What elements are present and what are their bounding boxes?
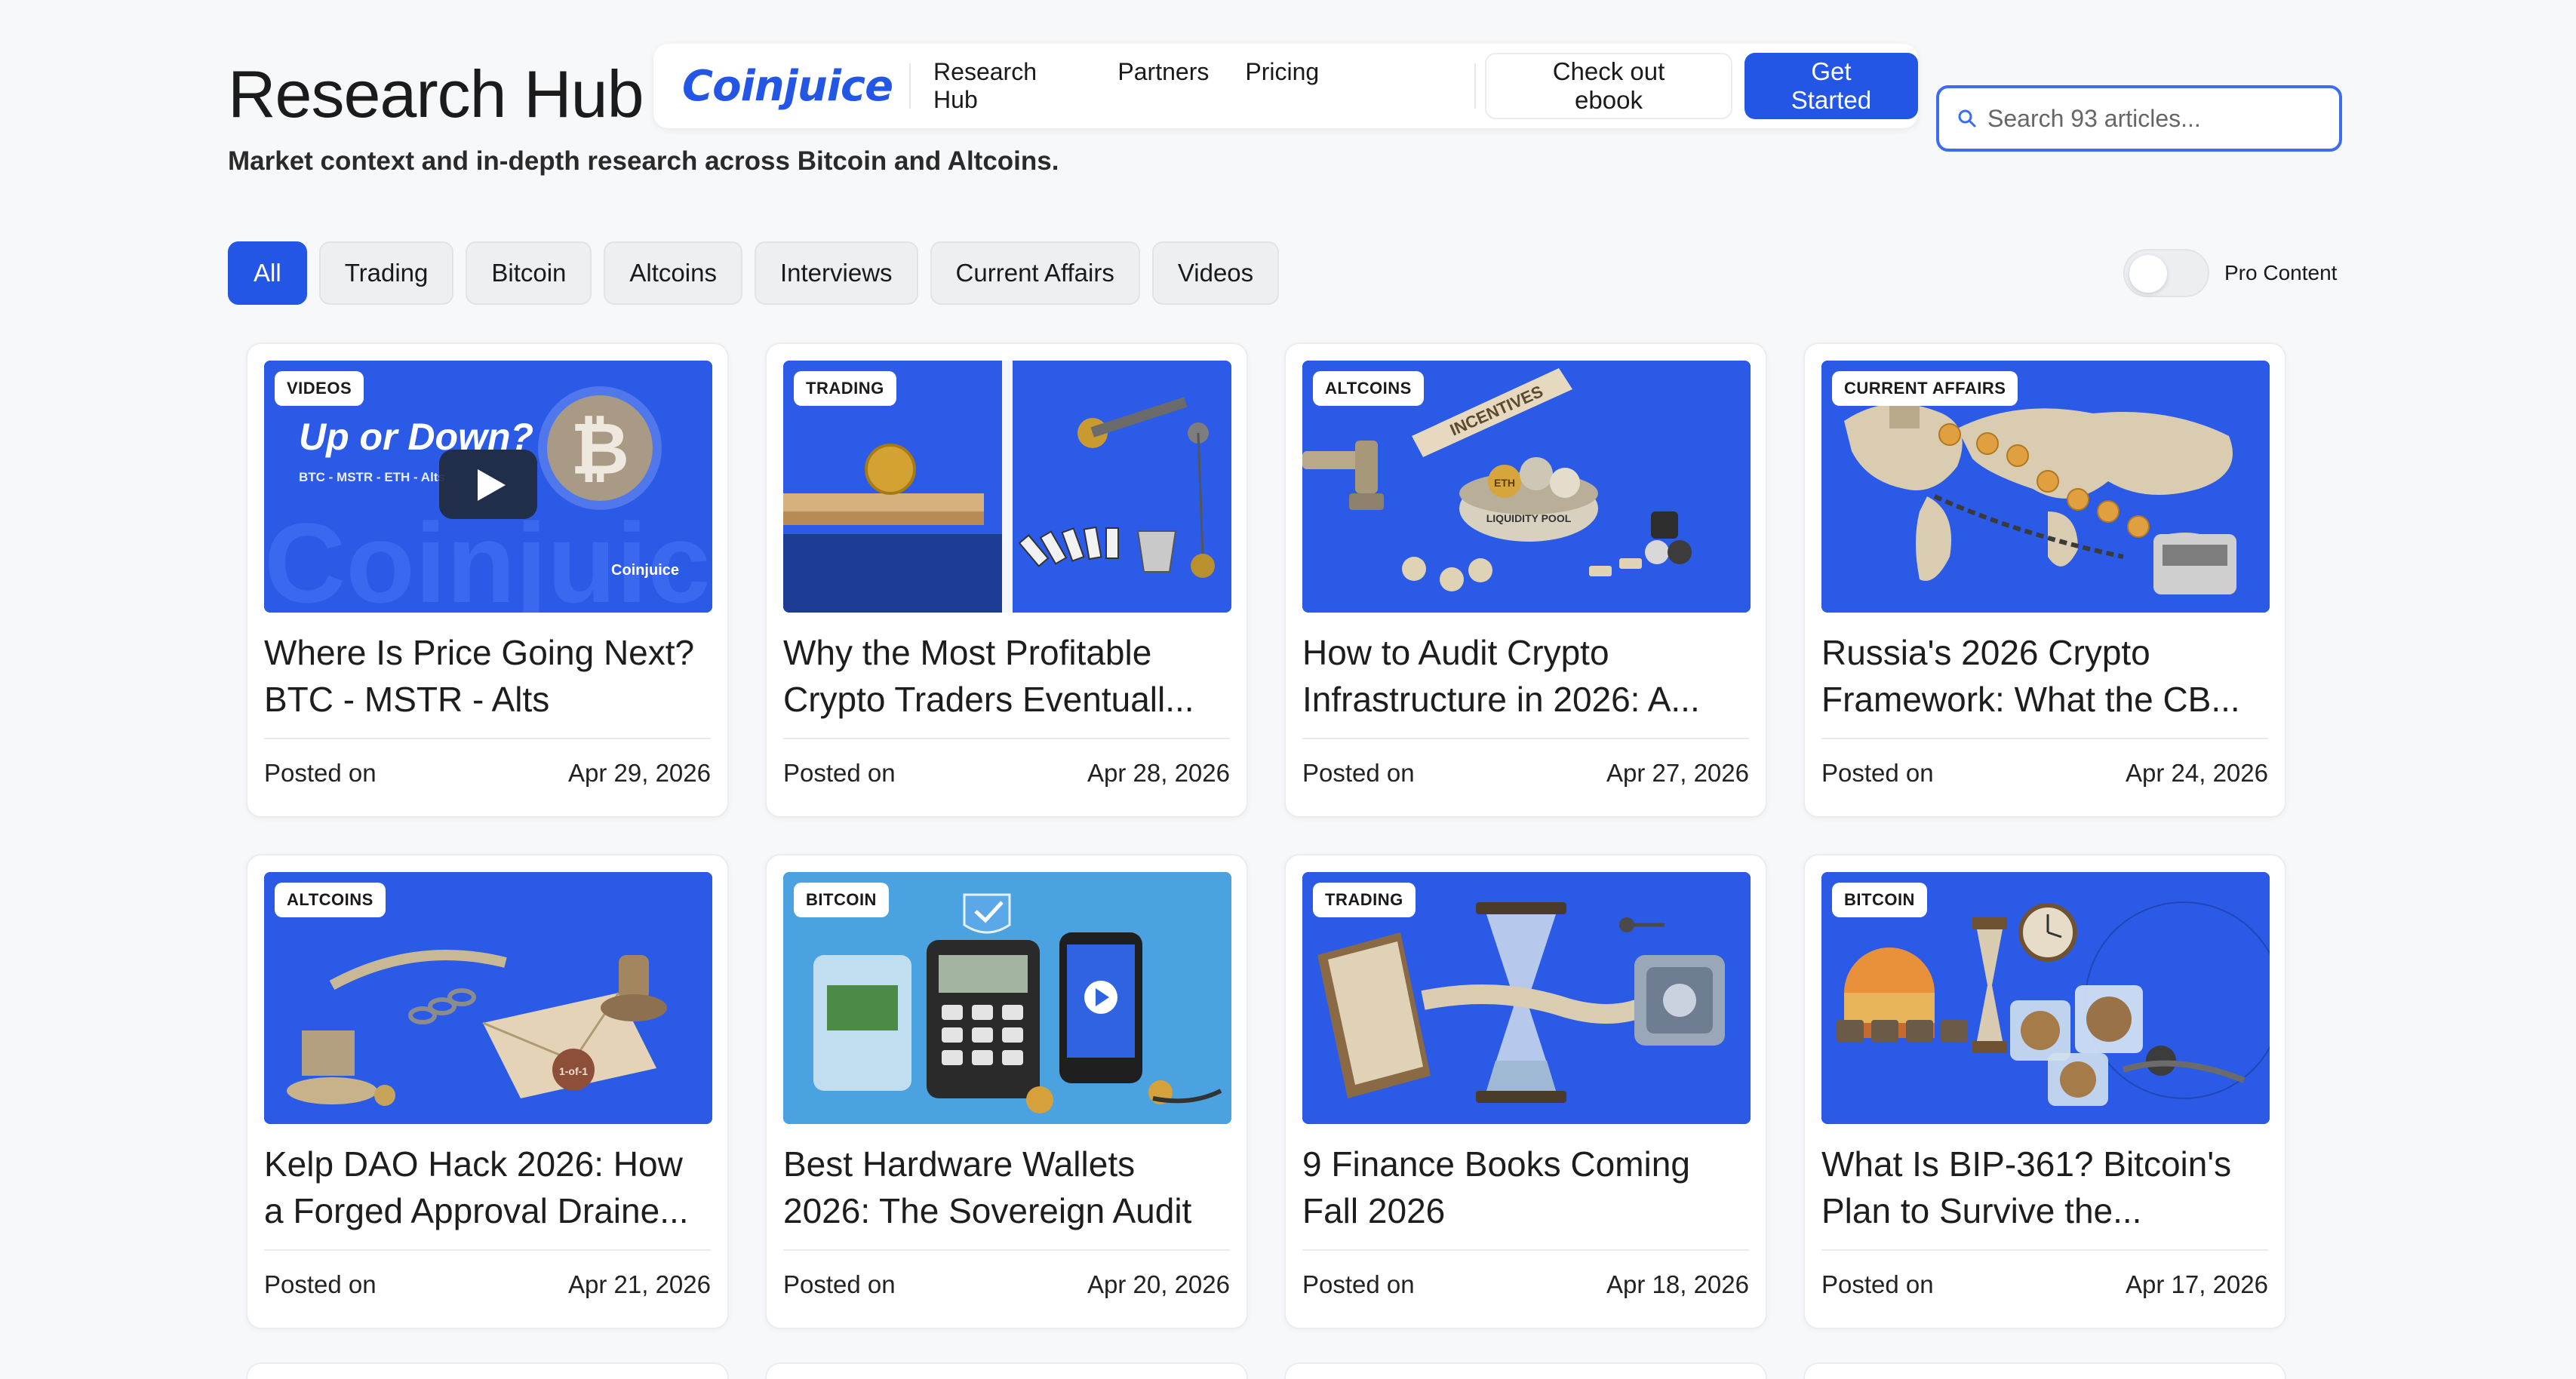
- article-thumbnail: BITCOIN: [1821, 872, 2270, 1124]
- liquidity-pool-text: LIQUIDITY POOL: [1486, 512, 1572, 524]
- article-card-peek[interactable]: [246, 1362, 729, 1379]
- card-divider: [1302, 1249, 1749, 1251]
- article-thumbnail: INCENTIVES ETH LIQUIDITY POOL ALTCOINS: [1302, 361, 1751, 613]
- article-date: Apr 18, 2026: [1606, 1270, 1749, 1298]
- article-date: Apr 17, 2026: [2126, 1270, 2268, 1298]
- filter-chip-current-affairs[interactable]: Current Affairs: [930, 241, 1140, 305]
- category-badge: CURRENT AFFAIRS: [1832, 371, 2018, 406]
- card-divider: [783, 1249, 1230, 1251]
- check-out-ebook-button[interactable]: Check out ebook: [1485, 53, 1732, 119]
- category-badge: BITCOIN: [794, 883, 889, 917]
- article-grid: Coinjuice Up or Down? BTC - MSTR - ETH -…: [246, 342, 2286, 1329]
- nav-links: Research Hub Partners Pricing: [933, 58, 1319, 114]
- coinjuice-logo[interactable]: Coinjuice: [682, 62, 893, 111]
- card-divider: [1302, 738, 1749, 739]
- article-date: Apr 20, 2026: [1087, 1270, 1230, 1298]
- article-thumbnail: Coinjuice Up or Down? BTC - MSTR - ETH -…: [264, 361, 712, 613]
- posted-on-label: Posted on: [1821, 1270, 1934, 1298]
- card-divider: [264, 738, 711, 739]
- card-divider: [264, 1249, 711, 1251]
- article-title[interactable]: Why the Most Profitable Crypto Traders E…: [783, 629, 1230, 723]
- toggle-knob: [2129, 255, 2167, 293]
- nav-divider: [1474, 63, 1477, 109]
- pro-content-label: Pro Content: [2224, 261, 2338, 284]
- posted-on-label: Posted on: [264, 759, 377, 787]
- article-date: Apr 24, 2026: [2126, 759, 2268, 787]
- article-title[interactable]: What Is BIP-361? Bitcoin's Plan to Survi…: [1821, 1141, 2268, 1234]
- filter-chip-interviews[interactable]: Interviews: [754, 241, 918, 305]
- card-divider: [783, 738, 1230, 739]
- article-card[interactable]: TRADING 9 Finance Books Coming Fall 2026…: [1284, 854, 1767, 1329]
- article-card[interactable]: 1-of-1 ALTCOINS Kelp DAO Hack 2026: How …: [246, 854, 729, 1329]
- article-title[interactable]: Where Is Price Going Next? BTC - MSTR - …: [264, 629, 711, 723]
- article-card[interactable]: CURRENT AFFAIRS Russia's 2026 Crypto Fra…: [1803, 342, 2286, 818]
- filter-chip-trading[interactable]: Trading: [318, 241, 454, 305]
- article-thumbnail: TRADING: [1302, 872, 1751, 1124]
- category-badge: TRADING: [794, 371, 896, 406]
- filter-chip-all[interactable]: All: [228, 241, 307, 305]
- article-date: Apr 21, 2026: [568, 1270, 711, 1298]
- article-thumbnail: BITCOIN: [783, 872, 1231, 1124]
- category-badge: ALTCOINS: [275, 883, 386, 917]
- posted-on-label: Posted on: [783, 1270, 896, 1298]
- article-thumbnail: TRADING: [783, 361, 1231, 613]
- nav-link-partners[interactable]: Partners: [1117, 58, 1209, 114]
- article-card-peek[interactable]: [765, 1362, 1248, 1379]
- posted-on-label: Posted on: [1302, 1270, 1415, 1298]
- article-thumbnail: CURRENT AFFAIRS: [1821, 361, 2270, 613]
- pro-content-toggle[interactable]: [2123, 249, 2209, 297]
- article-card[interactable]: BITCOIN What Is BIP-361? Bitcoin's Plan …: [1803, 854, 2286, 1329]
- nav-link-research-hub[interactable]: Research Hub: [933, 58, 1081, 114]
- thumb-brand: Coinjuice: [611, 562, 679, 579]
- article-card-peek[interactable]: [1803, 1362, 2286, 1379]
- pro-content-toggle-group: Pro Content: [2123, 249, 2337, 297]
- search-box: [1936, 85, 2342, 152]
- article-thumbnail: 1-of-1 ALTCOINS: [264, 872, 712, 1124]
- nav-link-pricing[interactable]: Pricing: [1245, 58, 1319, 114]
- article-title[interactable]: Russia's 2026 Crypto Framework: What the…: [1821, 629, 2268, 723]
- filter-chip-bitcoin[interactable]: Bitcoin: [466, 241, 592, 305]
- article-title[interactable]: How to Audit Crypto Infrastructure in 20…: [1302, 629, 1749, 723]
- article-title[interactable]: Kelp DAO Hack 2026: How a Forged Approva…: [264, 1141, 711, 1234]
- article-title[interactable]: Best Hardware Wallets 2026: The Sovereig…: [783, 1141, 1230, 1234]
- posted-on-label: Posted on: [783, 759, 896, 787]
- posted-on-label: Posted on: [1302, 759, 1415, 787]
- article-date: Apr 29, 2026: [568, 759, 711, 787]
- get-started-button[interactable]: Get Started: [1744, 53, 1918, 119]
- search-icon: [1958, 109, 1976, 127]
- article-card[interactable]: BITCOIN Best Hardware Wallets 2026: The …: [765, 854, 1248, 1329]
- article-card-peek[interactable]: [1284, 1362, 1767, 1379]
- card-divider: [1821, 738, 2268, 739]
- category-badge: VIDEOS: [275, 371, 364, 406]
- page-subtitle: Market context and in-depth research acr…: [228, 146, 1059, 176]
- search-input[interactable]: [1987, 104, 2319, 133]
- page-title: Research Hub: [228, 57, 644, 131]
- posted-on-label: Posted on: [1821, 759, 1934, 787]
- article-date: Apr 27, 2026: [1606, 759, 1749, 787]
- article-card[interactable]: TRADING Why the Most Profitable Crypto T…: [765, 342, 1248, 818]
- category-badge: BITCOIN: [1832, 883, 1927, 917]
- article-card[interactable]: INCENTIVES ETH LIQUIDITY POOL ALTCOINS H…: [1284, 342, 1767, 818]
- article-date: Apr 28, 2026: [1087, 759, 1230, 787]
- filter-chip-videos[interactable]: Videos: [1151, 241, 1280, 305]
- category-badge: ALTCOINS: [1313, 371, 1424, 406]
- next-row-cards-peek: [246, 1362, 2286, 1379]
- category-badge: TRADING: [1313, 883, 1416, 917]
- card-divider: [1821, 1249, 2268, 1251]
- article-card[interactable]: Coinjuice Up or Down? BTC - MSTR - ETH -…: [246, 342, 729, 818]
- posted-on-label: Posted on: [264, 1270, 377, 1298]
- filter-chip-altcoins[interactable]: Altcoins: [604, 241, 742, 305]
- article-title[interactable]: 9 Finance Books Coming Fall 2026: [1302, 1141, 1749, 1234]
- nav-divider: [909, 63, 911, 109]
- eth-coin-icon: ETH: [1494, 477, 1515, 489]
- top-navbar: Coinjuice Research Hub Partners Pricing …: [653, 44, 1918, 128]
- bitcoin-coin-icon: ₿: [570, 407, 629, 491]
- thumb-subline: BTC - MSTR - ETH - Alts: [299, 470, 445, 484]
- category-filters: All Trading Bitcoin Altcoins Interviews …: [228, 241, 1280, 305]
- wax-seal-text: 1-of-1: [559, 1065, 588, 1077]
